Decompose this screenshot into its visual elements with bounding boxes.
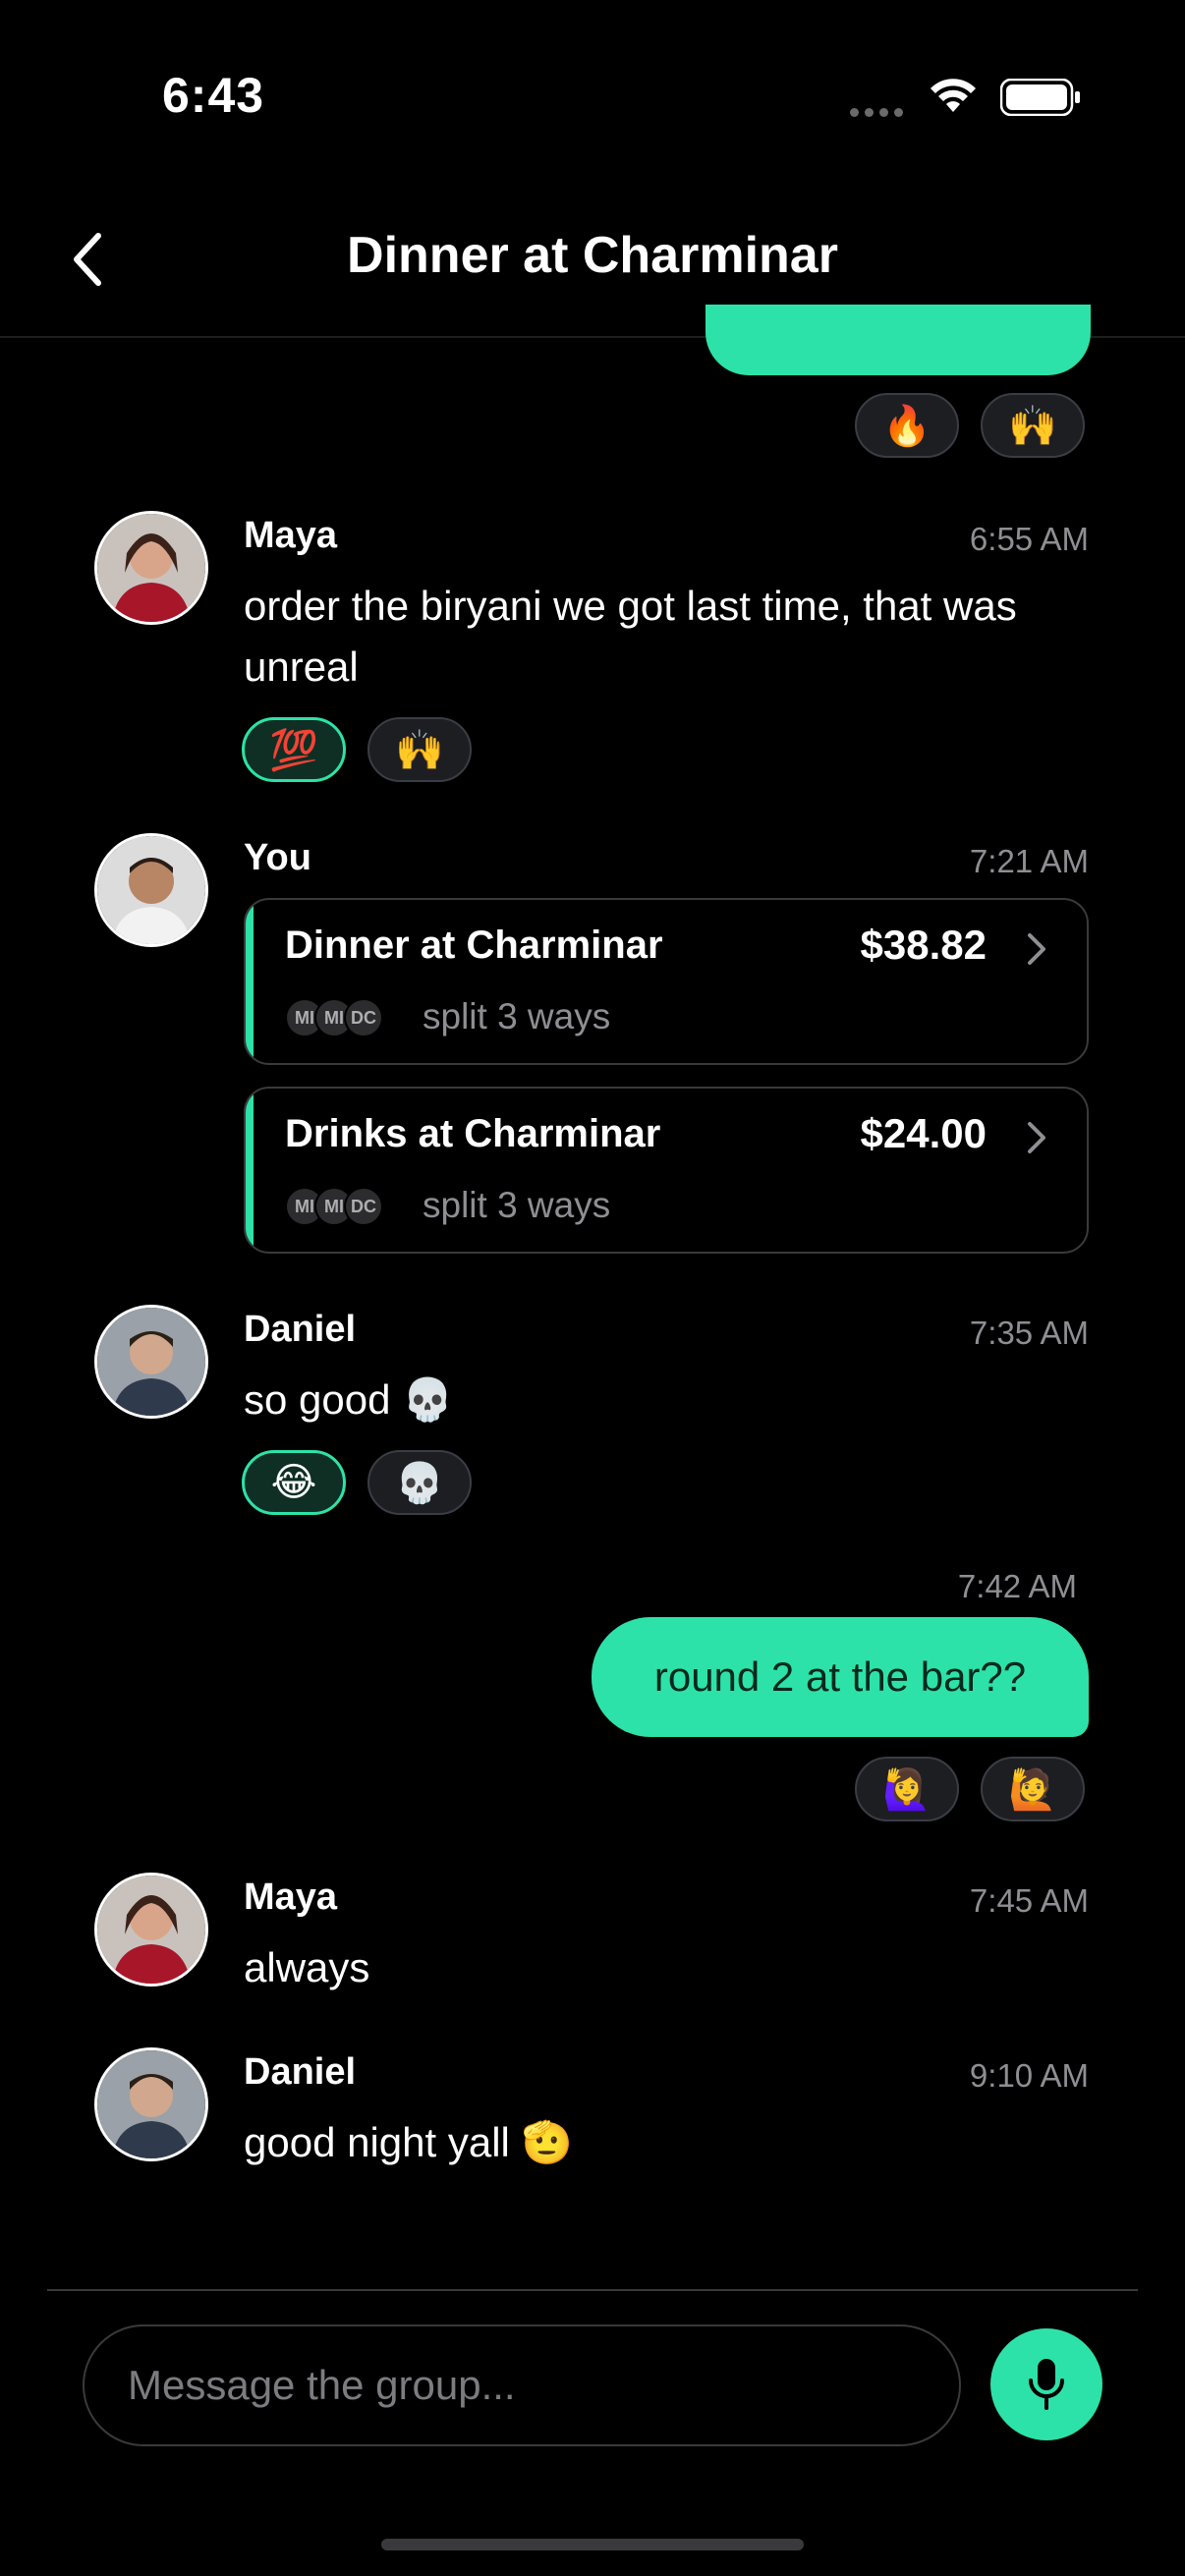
page-title: Dinner at Charminar [347, 227, 838, 284]
mic-button[interactable] [990, 2328, 1102, 2440]
message-timestamp: 9:10 AM [969, 2057, 1089, 2094]
split-card-amount: $24.00 [860, 1110, 987, 1156]
split-label: split 3 ways [423, 996, 611, 1036]
sender-name: Maya [244, 515, 338, 556]
composer-divider [47, 2289, 1138, 2291]
battery-icon [1000, 79, 1080, 116]
reaction-chip[interactable]: 🔥 [855, 393, 959, 458]
message-timestamp: 7:45 AM [969, 1882, 1089, 1919]
wifi-icon [931, 79, 976, 112]
avatar-daniel[interactable] [94, 2047, 208, 2161]
chevron-right-icon [1028, 933, 1045, 965]
reaction-chip-selected[interactable]: 😂 [242, 1450, 346, 1515]
avatar-maya[interactable] [94, 511, 208, 625]
message-timestamp: 7:21 AM [969, 843, 1089, 879]
message-input[interactable] [83, 2324, 961, 2446]
message-text: so good 💀 [244, 1376, 454, 1423]
sender-name: Daniel [244, 1309, 357, 1350]
message-timestamp: 6:55 AM [969, 521, 1089, 557]
split-card-title: Drinks at Charminar [285, 1112, 661, 1155]
reaction-chip[interactable]: 🙌 [981, 393, 1085, 458]
split-card-title: Dinner at Charminar [285, 924, 663, 967]
split-card[interactable]: Dinner at Charminar $38.82 MI MI DC spli… [244, 898, 1089, 1065]
message-text: always [244, 1944, 370, 1990]
card-accent [246, 1089, 254, 1252]
avatar-maya[interactable] [94, 1873, 208, 1987]
message-text: order the biryani we got last time, that… [244, 583, 1017, 690]
message-timestamp: 7:35 AM [969, 1315, 1089, 1351]
reaction-chip-selected[interactable]: 💯 [242, 717, 346, 782]
home-indicator [381, 2539, 804, 2550]
participant-initials: DC [344, 1187, 383, 1226]
message-timestamp: 7:42 AM [957, 1568, 1077, 1604]
split-card[interactable]: Drinks at Charminar $24.00 MI MI DC spli… [244, 1087, 1089, 1254]
chevron-right-icon [1028, 1122, 1045, 1153]
my-message-bubble[interactable]: round 2 at the bar?? [592, 1617, 1089, 1737]
microphone-icon [1029, 2359, 1064, 2410]
reaction-chip[interactable]: 🙌 [367, 717, 472, 782]
sender-name: Daniel [244, 2051, 357, 2093]
participant-initials: DC [344, 998, 383, 1037]
signal-icon [850, 104, 909, 117]
message-text: good night yall 🫡 [244, 2119, 573, 2165]
reaction-chip[interactable]: 💀 [367, 1450, 472, 1515]
reaction-chip[interactable]: 🙋 [981, 1757, 1085, 1821]
split-label: split 3 ways [423, 1185, 611, 1225]
card-accent [246, 900, 254, 1063]
split-card-amount: $38.82 [860, 922, 987, 968]
sender-name: You [244, 837, 311, 878]
status-time: 6:43 [162, 68, 265, 123]
sender-name: Maya [244, 1876, 338, 1918]
avatar-daniel[interactable] [94, 1305, 208, 1419]
reaction-chip[interactable]: 🙋‍♀️ [855, 1757, 959, 1821]
avatar-you[interactable] [94, 833, 208, 947]
my-message-bubble-partial[interactable] [705, 305, 1091, 375]
